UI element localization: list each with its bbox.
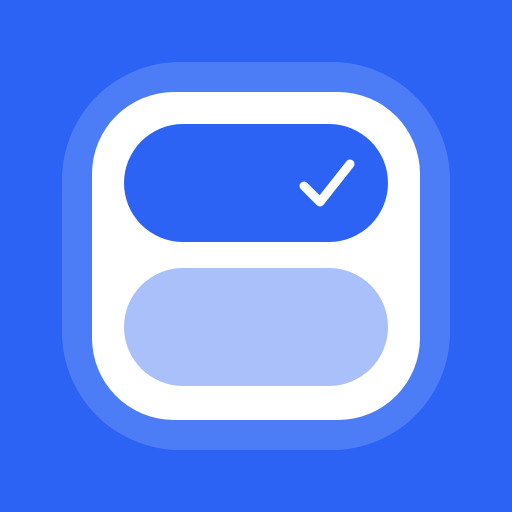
checkmark-icon: [299, 159, 355, 207]
app-icon: [0, 0, 512, 512]
unselected-option-pill: [124, 268, 388, 386]
